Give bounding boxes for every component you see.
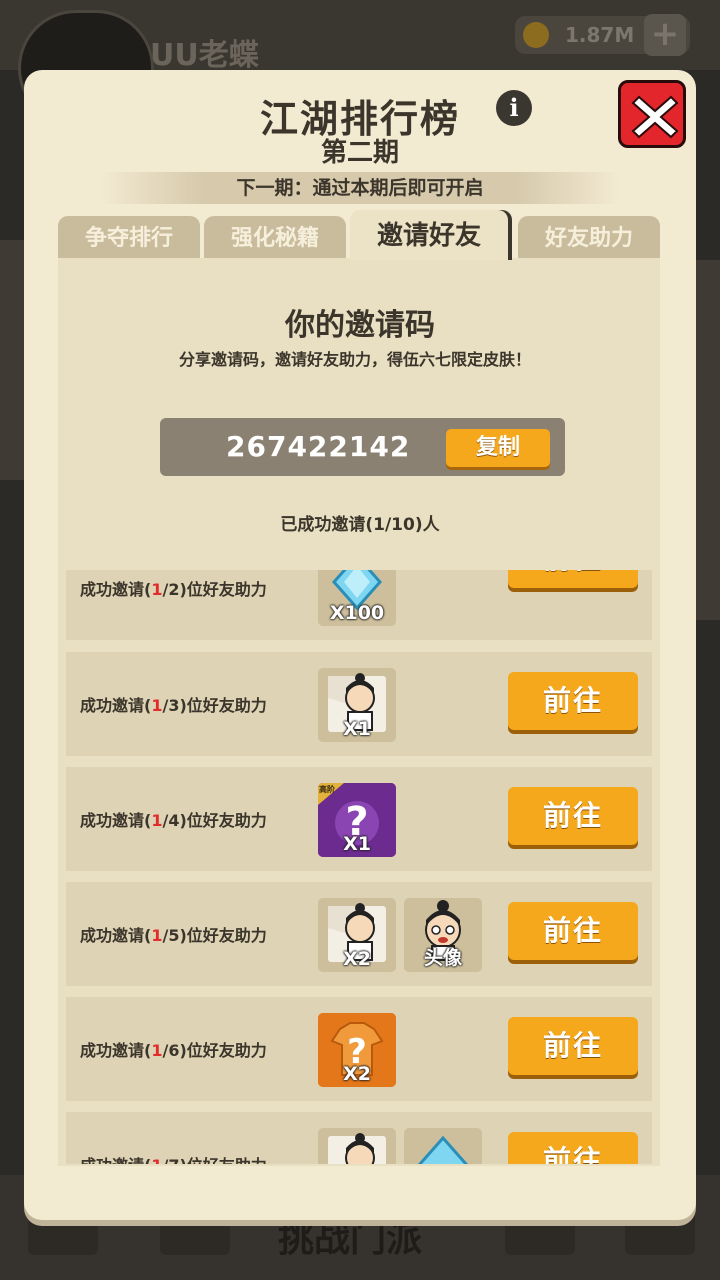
add-coins-icon: + [644,14,686,56]
info-icon[interactable]: i [496,90,532,126]
tab-cheats[interactable]: 强化秘籍 [204,216,346,260]
go-button[interactable]: 前往 [508,902,638,960]
go-button[interactable]: 前往 [508,570,638,588]
copy-button[interactable]: 复制 [446,429,550,467]
reward-count: X100 [329,602,385,624]
next-period-banner: 下一期：通过本期后即可开启 [100,172,620,204]
reward-item[interactable]: X1 [318,668,396,742]
task-row: 成功邀请(1/5)位好友助力 X2 头像 前往 [66,882,652,986]
task-row: 成功邀请(1/7)位好友助力 前往 [66,1112,652,1164]
reward-item[interactable]: X2 [318,898,396,972]
reward-item[interactable]: ? X2 [318,1013,396,1087]
task-list[interactable]: 成功邀请(1/2)位好友助力 X100 前往 成功邀请(1/3)位好友助力 X1… [66,570,652,1164]
reward-item[interactable] [318,1128,396,1164]
invite-code-title: 你的邀请码 [285,308,435,343]
diamond-wu-icon [417,1135,469,1164]
go-button[interactable]: 前往 [508,1017,638,1075]
popup-subtitle: 第二期 [320,138,399,168]
go-button[interactable]: 前往 [508,1132,638,1164]
task-label: 成功邀请(1/6)位好友助力 [80,1041,267,1060]
reward-item[interactable]: 头像 [404,898,482,972]
tab-ranking[interactable]: 争夺排行 [58,216,200,260]
invite-progress: 已成功邀请(1/10)人 [280,515,440,535]
close-icon [631,95,679,139]
go-button[interactable]: 前往 [508,672,638,730]
task-row: 成功邀请(1/2)位好友助力 X100 前往 [66,570,652,640]
coin-icon [523,22,549,48]
go-button[interactable]: 前往 [508,787,638,845]
tab-friend-help[interactable]: 好友助力 [518,216,660,260]
reward-item[interactable]: X100 [318,570,396,626]
task-label: 成功邀请(1/5)位好友助力 [80,926,267,945]
player-name: UU老蝶 [150,38,259,73]
reward-item[interactable] [404,1128,482,1164]
reward-count: X2 [343,948,371,970]
task-row: 成功邀请(1/3)位好友助力 X1 前往 [66,652,652,756]
coin-counter: 1.87M + [515,14,690,56]
invite-code-value: 267422142 [226,430,411,463]
task-label: 成功邀请(1/4)位好友助力 [80,811,267,830]
reward-count: X1 [343,833,371,855]
task-label: 成功邀请(1/2)位好友助力 [80,580,267,599]
character-fragment-icon [328,1133,386,1164]
task-label: 成功邀请(1/7)位好友助力 [80,1152,267,1164]
task-row: 成功邀请(1/4)位好友助力 ? X1 高阶 前往 [66,767,652,871]
task-row: 成功邀请(1/6)位好友助力 ? X2 前往 [66,997,652,1101]
reward-count: 头像 [423,947,462,969]
task-label: 成功邀请(1/3)位好友助力 [80,696,267,715]
reward-count: X1 [343,718,371,740]
close-button[interactable] [618,80,686,148]
reward-item[interactable]: ? X1 高阶 [318,783,396,857]
tab-invite-friends[interactable]: 邀请好友 [350,210,508,260]
invite-description: 分享邀请码，邀请好友助力，得伍六七限定皮肤！ [178,350,531,369]
coin-value: 1.87M [565,23,635,47]
invite-code-box: 267422142 复制 [160,418,565,476]
high-tier-badge: 高阶 [319,785,335,794]
reward-count: X2 [343,1063,371,1085]
